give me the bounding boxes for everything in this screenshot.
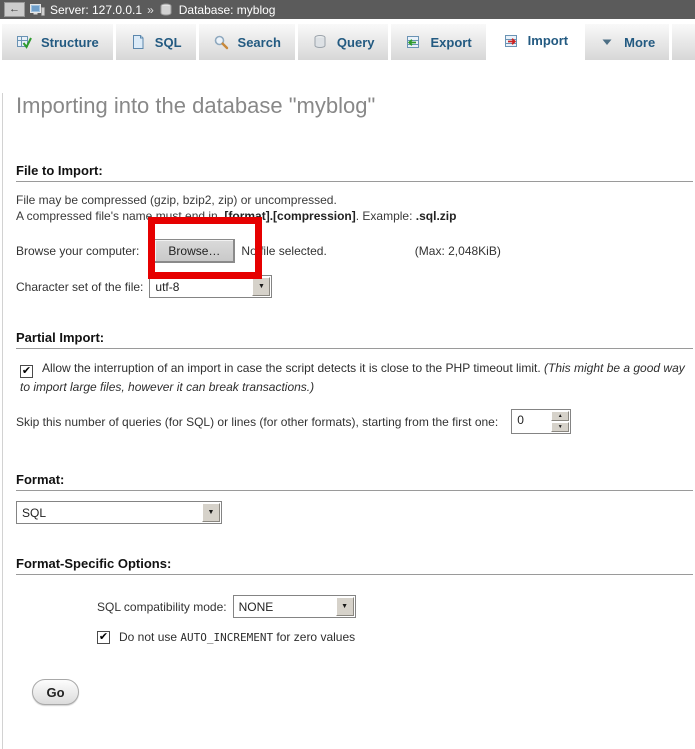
tabbar-filler [672,24,695,60]
charset-row: Character set of the file: utf-8 ▼ [16,275,693,298]
allow-interruption-checkbox[interactable]: ✔ [20,365,33,378]
autoinc-post: for zero values [273,630,355,644]
auto-increment-row: ✔ Do not use AUTO_INCREMENT for zero val… [97,629,693,645]
section-heading-file-to-import: File to Import: [16,163,693,182]
allow-interruption-label: Allow the interruption of an import in c… [42,361,544,375]
skip-queries-input[interactable]: 0 ▲ ▼ [511,409,571,434]
charset-label: Character set of the file: [16,280,143,294]
spinner-down-icon[interactable]: ▼ [551,422,569,432]
tab-label: Search [238,35,281,50]
tab-bar: Structure SQL Search Query Export Import [0,19,695,60]
tab-structure[interactable]: Structure [2,24,113,60]
skip-queries-spinner: ▲ ▼ [551,411,569,432]
desc-example: .sql.zip [416,209,457,223]
search-icon [213,34,229,50]
skip-queries-value[interactable]: 0 [512,410,550,433]
dropdown-arrow-icon[interactable]: ▼ [202,503,220,522]
tab-label: Query [337,35,375,50]
sql-icon [130,34,146,50]
dropdown-arrow-icon[interactable]: ▼ [252,277,270,296]
autoinc-pre: Do not use [119,630,180,644]
database-icon [159,3,174,17]
format-row: SQL ▼ [16,501,693,524]
tab-label: Export [430,35,471,50]
section-heading-format-specific: Format-Specific Options: [16,556,693,575]
allow-interruption-row: ✔ Allow the interruption of an import in … [20,359,688,396]
sql-compatibility-value: NONE [234,600,335,614]
skip-queries-row: Skip this number of queries (for SQL) or… [16,409,693,434]
format-select[interactable]: SQL ▼ [16,501,222,524]
tab-import[interactable]: Import [489,21,582,60]
structure-icon [16,34,32,50]
tab-search[interactable]: Search [199,24,295,60]
section-heading-format: Format: [16,472,693,491]
sql-compatibility-label: SQL compatibility mode: [97,600,227,614]
browse-label: Browse your computer: [16,244,139,258]
desc-format-pattern: .[format].[compression] [221,209,356,223]
import-icon [503,33,519,49]
tab-more[interactable]: More [585,24,669,60]
format-selected-value: SQL [17,506,201,520]
desc-line2-pre: A compressed file's name must end in [16,209,221,223]
sql-compatibility-row: SQL compatibility mode: NONE ▼ [97,595,693,618]
chevron-down-icon [599,34,615,50]
tab-label: More [624,35,655,50]
desc-line2-mid: . Example: [356,209,416,223]
charset-selected-value: utf-8 [150,280,251,294]
go-button[interactable]: Go [32,679,79,705]
browse-row: Browse your computer: Browse… No file se… [16,239,693,263]
server-icon [30,3,45,17]
tab-sql[interactable]: SQL [116,24,196,60]
export-icon [405,34,421,50]
tab-export[interactable]: Export [391,24,485,60]
sql-compatibility-select[interactable]: NONE ▼ [233,595,356,618]
dropdown-arrow-icon[interactable]: ▼ [336,597,354,616]
charset-select[interactable]: utf-8 ▼ [149,275,272,298]
section-heading-partial-import: Partial Import: [16,330,693,349]
max-size-text: (Max: 2,048KiB) [415,244,501,258]
tab-label: SQL [155,35,182,50]
auto-increment-checkbox[interactable]: ✔ [97,631,110,644]
query-icon [312,34,328,50]
breadcrumb-separator: » [147,3,154,17]
skip-queries-label: Skip this number of queries (for SQL) or… [16,415,498,429]
breadcrumb-server[interactable]: Server: 127.0.0.1 [50,3,142,17]
auto-increment-label: Do not use AUTO_INCREMENT for zero value… [119,630,355,644]
no-file-selected-text: No file selected. [241,244,326,258]
breadcrumb-bar: ← Server: 127.0.0.1 » Database: myblog [0,0,695,19]
back-button[interactable]: ← [4,2,25,17]
tab-query[interactable]: Query [298,24,389,60]
tab-label: Import [528,33,568,48]
breadcrumb-database[interactable]: Database: myblog [179,3,276,17]
spinner-up-icon[interactable]: ▲ [551,411,569,421]
main-content: Importing into the database "myblog" Fil… [2,93,695,749]
file-import-description: File may be compressed (gzip, bzip2, zip… [16,192,693,224]
autoinc-code: AUTO_INCREMENT [180,631,273,644]
browse-button[interactable]: Browse… [154,239,235,263]
tab-label: Structure [41,35,99,50]
page-title: Importing into the database "myblog" [16,93,693,119]
desc-line1: File may be compressed (gzip, bzip2, zip… [16,193,337,207]
